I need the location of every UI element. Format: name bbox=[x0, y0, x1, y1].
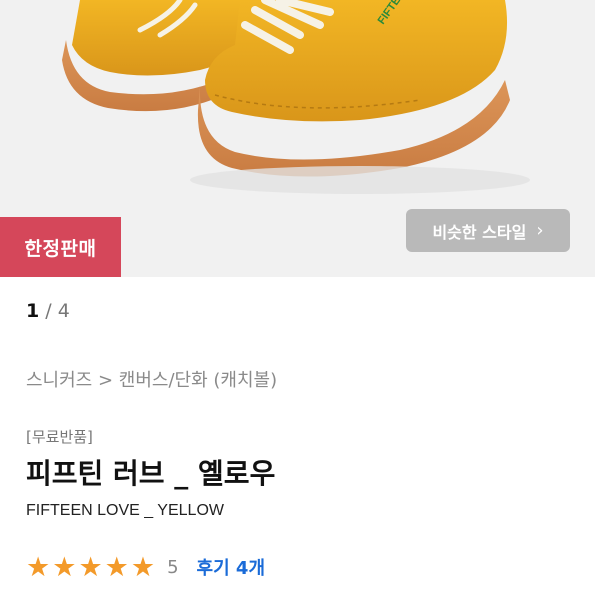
product-image[interactable]: FIFTEEN 한정판매 비슷한 스타일 › bbox=[0, 0, 595, 277]
star-icon: ★ bbox=[26, 551, 51, 583]
star-icon: ★ bbox=[130, 551, 156, 583]
free-return-tag: [무료반품] bbox=[26, 428, 93, 446]
star-icon: ★ bbox=[78, 551, 103, 583]
limited-sale-badge: 한정판매 bbox=[0, 217, 121, 277]
similar-style-label: 비슷한 스타일 bbox=[432, 222, 527, 242]
similar-style-button[interactable]: 비슷한 스타일 › bbox=[406, 209, 570, 252]
product-subtitle: FIFTEEN LOVE _ YELLOW bbox=[26, 502, 224, 519]
pager-total: 4 bbox=[57, 300, 70, 322]
product-title: 피프틴 러브 _ 옐로우 bbox=[26, 457, 276, 490]
star-rating: ★ ★ ★ ★ ★ bbox=[26, 554, 155, 581]
rating-score: 5 bbox=[167, 556, 179, 578]
image-pager: 1 / 4 bbox=[26, 300, 70, 322]
breadcrumb-category[interactable]: 스니커즈 bbox=[26, 370, 92, 391]
reviews-link[interactable]: 후기 4개 bbox=[197, 554, 265, 580]
pager-current: 1 bbox=[26, 300, 40, 322]
star-icon: ★ bbox=[104, 551, 129, 583]
chevron-right-icon: › bbox=[536, 220, 544, 241]
badge-label: 한정판매 bbox=[24, 237, 97, 260]
breadcrumb-subcategory[interactable]: 캔버스/단화 (캐치볼) bbox=[119, 370, 277, 391]
breadcrumb-separator: > bbox=[92, 370, 119, 391]
breadcrumb: 스니커즈 > 캔버스/단화 (캐치볼) bbox=[26, 366, 277, 392]
rating-row: ★ ★ ★ ★ ★ 5 후기 4개 bbox=[26, 552, 265, 582]
pager-separator: / bbox=[39, 300, 58, 322]
star-icon: ★ bbox=[52, 551, 77, 583]
